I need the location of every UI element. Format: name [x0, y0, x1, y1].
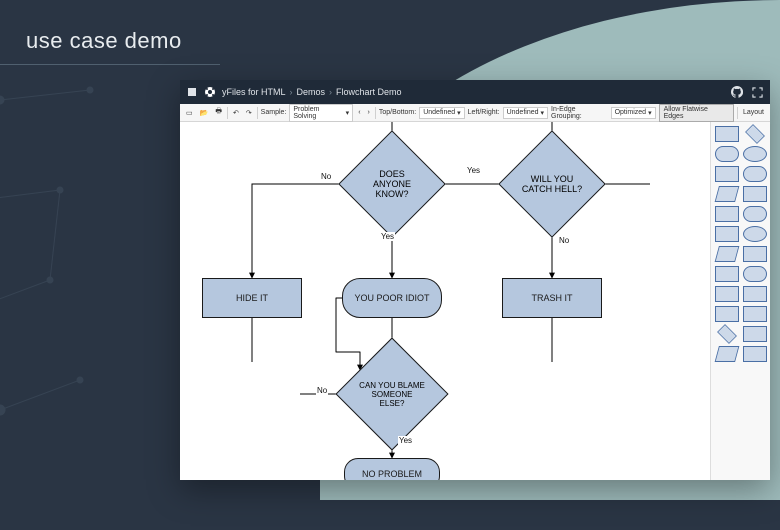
- node-label: YOU POOR IDIOT: [354, 293, 429, 303]
- node-hide-it[interactable]: HIDE IT: [202, 278, 302, 318]
- edge-label-no: No: [316, 386, 328, 395]
- flatwise-toggle[interactable]: Allow Flatwise Edges: [659, 104, 734, 122]
- node-catch-hell[interactable]: WILL YOU CATCH HELL?: [514, 146, 590, 222]
- canvas[interactable]: DOES ANYONE KNOW? WILL YOU CATCH HELL? H…: [180, 122, 710, 480]
- topbottom-label: Top/Bottom:: [379, 109, 416, 116]
- breadcrumb: yFiles for HTML › Demos › Flowchart Demo: [222, 87, 402, 97]
- node-label: TRASH IT: [531, 293, 572, 303]
- palette-shape-connector[interactable]: [743, 146, 767, 162]
- edge-label-no: No: [558, 236, 570, 245]
- topbottom-value: Undefined: [423, 109, 455, 116]
- palette-shape-or[interactable]: [717, 324, 737, 344]
- node-label: NO PROBLEM: [362, 469, 422, 479]
- palette-shape-card[interactable]: [715, 226, 739, 242]
- undo-icon[interactable]: ↶: [231, 108, 241, 118]
- sample-label: Sample:: [261, 109, 287, 116]
- chevron-down-icon: ▾: [457, 109, 461, 117]
- palette-shape-tape[interactable]: [743, 246, 767, 262]
- chevron-right-icon: ›: [329, 87, 332, 97]
- next-icon[interactable]: ›: [366, 108, 372, 117]
- palette-shape-document[interactable]: [715, 206, 739, 222]
- logo-icon: [204, 86, 216, 98]
- redo-icon[interactable]: ↷: [244, 108, 254, 118]
- palette-shape-storage[interactable]: [715, 286, 739, 302]
- palette-shape-start[interactable]: [715, 146, 739, 162]
- page-title: use case demo: [26, 28, 182, 54]
- palette-shape-offpage[interactable]: [743, 326, 767, 342]
- palette-shape-manual-input[interactable]: [715, 346, 740, 362]
- edge-label-no: No: [320, 172, 332, 181]
- palette-shape-extract[interactable]: [743, 286, 767, 302]
- inedge-label: In-Edge Grouping:: [551, 106, 608, 120]
- chevron-down-icon: ▾: [541, 109, 545, 117]
- workspace: DOES ANYONE KNOW? WILL YOU CATCH HELL? H…: [180, 122, 770, 480]
- node-label: CAN YOU BLAME SOMEONE ELSE?: [352, 354, 432, 434]
- crumb-demos[interactable]: Demos: [297, 87, 326, 97]
- new-icon[interactable]: ▭: [184, 108, 195, 118]
- node-label: DOES ANYONE KNOW?: [354, 146, 430, 222]
- palette-shape-loop[interactable]: [715, 266, 739, 282]
- node-poor-idiot[interactable]: YOU POOR IDIOT: [342, 278, 442, 318]
- palette-shape-decision[interactable]: [745, 124, 765, 144]
- node-label: WILL YOU CATCH HELL?: [514, 146, 590, 222]
- fullscreen-icon[interactable]: [750, 85, 764, 99]
- leftright-value: Undefined: [507, 109, 539, 116]
- palette-shape-sort[interactable]: [743, 306, 767, 322]
- palette-shape-data[interactable]: [715, 166, 739, 182]
- palette-shape-terminator[interactable]: [743, 206, 767, 222]
- edge-label-yes: Yes: [466, 166, 481, 175]
- chevron-right-icon: ›: [290, 87, 293, 97]
- inedge-dropdown[interactable]: Optimized ▾: [611, 107, 656, 119]
- toolbar: ▭ 📂 🖶 ↶ ↷ Sample: Problem Solving ▾ ‹ › …: [180, 104, 770, 122]
- leftright-label: Left/Right:: [468, 109, 500, 116]
- chevron-down-icon: ▾: [346, 109, 350, 117]
- sample-dropdown[interactable]: Problem Solving ▾: [289, 104, 353, 122]
- topbottom-dropdown[interactable]: Undefined ▾: [419, 107, 464, 119]
- prev-icon[interactable]: ‹: [356, 108, 362, 117]
- title-underline: [0, 64, 220, 65]
- node-no-problem[interactable]: NO PROBLEM: [344, 458, 440, 480]
- layout-button[interactable]: Layout: [741, 108, 766, 117]
- palette-shape-display[interactable]: [743, 166, 767, 182]
- chevron-down-icon: ▾: [648, 109, 652, 117]
- node-blame[interactable]: CAN YOU BLAME SOMEONE ELSE?: [352, 354, 432, 434]
- edge-label-yes: Yes: [380, 232, 395, 241]
- crumb-product[interactable]: yFiles for HTML: [222, 87, 286, 97]
- palette-shape-merge[interactable]: [715, 306, 739, 322]
- open-icon[interactable]: 📂: [198, 108, 211, 118]
- palette-shape-sum[interactable]: [743, 226, 767, 242]
- node-does-anyone-know[interactable]: DOES ANYONE KNOW?: [354, 146, 430, 222]
- palette-shape-annotation[interactable]: [743, 346, 767, 362]
- edge-label-yes: Yes: [398, 436, 413, 445]
- shape-palette: [710, 122, 770, 480]
- leftright-dropdown[interactable]: Undefined ▾: [503, 107, 548, 119]
- sample-value: Problem Solving: [293, 106, 343, 120]
- palette-shape-manual[interactable]: [715, 246, 740, 262]
- crumb-current: Flowchart Demo: [336, 87, 402, 97]
- app-window: yFiles for HTML › Demos › Flowchart Demo…: [180, 80, 770, 480]
- palette-shape-io[interactable]: [715, 186, 740, 202]
- github-icon[interactable]: [730, 85, 744, 99]
- node-label: HIDE IT: [236, 293, 268, 303]
- palette-shape-delay[interactable]: [743, 266, 767, 282]
- palette-shape-predefined[interactable]: [743, 186, 767, 202]
- print-icon[interactable]: 🖶: [213, 106, 224, 119]
- inedge-value: Optimized: [615, 109, 647, 116]
- menu-icon[interactable]: [186, 86, 198, 98]
- node-trash-it[interactable]: TRASH IT: [502, 278, 602, 318]
- palette-shape-process[interactable]: [715, 126, 739, 142]
- app-header: yFiles for HTML › Demos › Flowchart Demo: [180, 80, 770, 104]
